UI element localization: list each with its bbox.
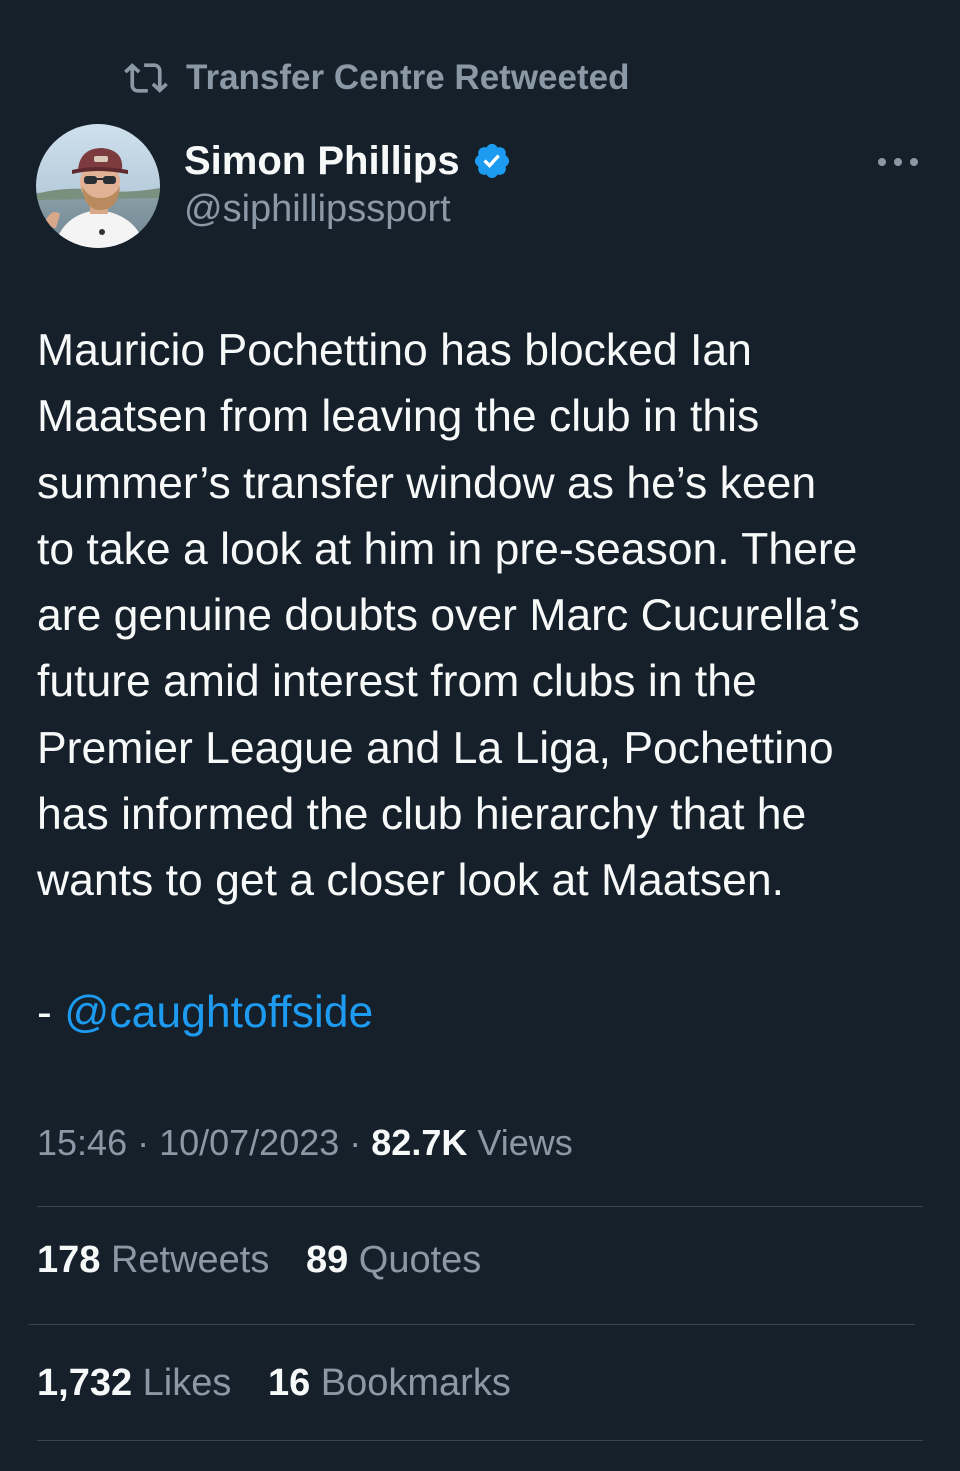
likes-label: Likes xyxy=(132,1362,232,1404)
divider xyxy=(37,1206,923,1207)
tweet-text-line: future amid interest from clubs in the xyxy=(37,657,757,707)
more-options-icon[interactable] xyxy=(872,142,924,182)
engagement-row-likes: 1,732 Likes 16 Bookmarks xyxy=(37,1362,537,1405)
divider xyxy=(28,1324,915,1325)
likes-count: 1,732 xyxy=(37,1362,133,1404)
author-handle[interactable]: @siphillipssport xyxy=(184,188,451,231)
bookmarks-stat[interactable]: 16 Bookmarks xyxy=(268,1362,511,1404)
credit-prefix: - xyxy=(37,988,65,1037)
tweet-text-line: wants to get a closer look at Maatsen. xyxy=(37,856,785,906)
meta-separator: · xyxy=(339,1122,372,1163)
author-display-name: Simon Phillips xyxy=(184,138,460,183)
verified-badge-icon[interactable] xyxy=(472,141,512,181)
retweet-icon xyxy=(124,56,168,100)
tweet-text-line: are genuine doubts over Marc Cucurella’s xyxy=(37,591,860,641)
quotes-label: Quotes xyxy=(348,1239,482,1281)
retweeted-by-header[interactable]: Transfer Centre Retweeted xyxy=(124,56,629,100)
tweet-time[interactable]: 15:46 xyxy=(37,1122,127,1163)
tweet-text-line: summer’s transfer window as he’s keen xyxy=(37,458,817,508)
tweet-text: Mauricio Pochettino has blocked Ian Maat… xyxy=(37,318,937,915)
tweet-text-line: Maatsen from leaving the club in this xyxy=(37,392,760,442)
retweets-count: 178 xyxy=(37,1239,101,1281)
tweet-text-line: has informed the club hierarchy that he xyxy=(37,790,807,840)
bookmarks-label: Bookmarks xyxy=(310,1362,511,1404)
tweet-meta: 15:46 · 10/07/2023 · 82.7K Views xyxy=(37,1122,573,1164)
tweet-date[interactable]: 10/07/2023 xyxy=(159,1122,339,1163)
retweets-stat[interactable]: 178 Retweets xyxy=(37,1239,269,1281)
retweeted-by-label: Transfer Centre Retweeted xyxy=(186,58,630,97)
bookmarks-count: 16 xyxy=(267,1362,311,1404)
retweets-label: Retweets xyxy=(100,1239,270,1281)
views-count: 82.7K xyxy=(371,1122,468,1163)
quotes-stat[interactable]: 89 Quotes xyxy=(306,1239,481,1281)
mention-link[interactable]: @caughtoffside xyxy=(64,988,373,1037)
quotes-count: 89 xyxy=(305,1239,349,1281)
tweet-text-line: Premier League and La Liga, Pochettino xyxy=(37,723,834,773)
meta-separator: · xyxy=(127,1122,160,1163)
engagement-row-shares: 178 Retweets 89 Quotes xyxy=(37,1239,507,1282)
divider xyxy=(37,1440,923,1441)
tweet-text-line: to take a look at him in pre-season. The… xyxy=(37,524,858,574)
views-label: Views xyxy=(467,1122,573,1163)
avatar[interactable] xyxy=(36,124,160,248)
author-name[interactable]: Simon Phillips xyxy=(184,136,512,186)
likes-stat[interactable]: 1,732 Likes xyxy=(37,1362,231,1404)
tweet-credit: - @caughtoffside xyxy=(37,980,373,1046)
tweet-text-line: Mauricio Pochettino has blocked Ian xyxy=(37,326,752,375)
